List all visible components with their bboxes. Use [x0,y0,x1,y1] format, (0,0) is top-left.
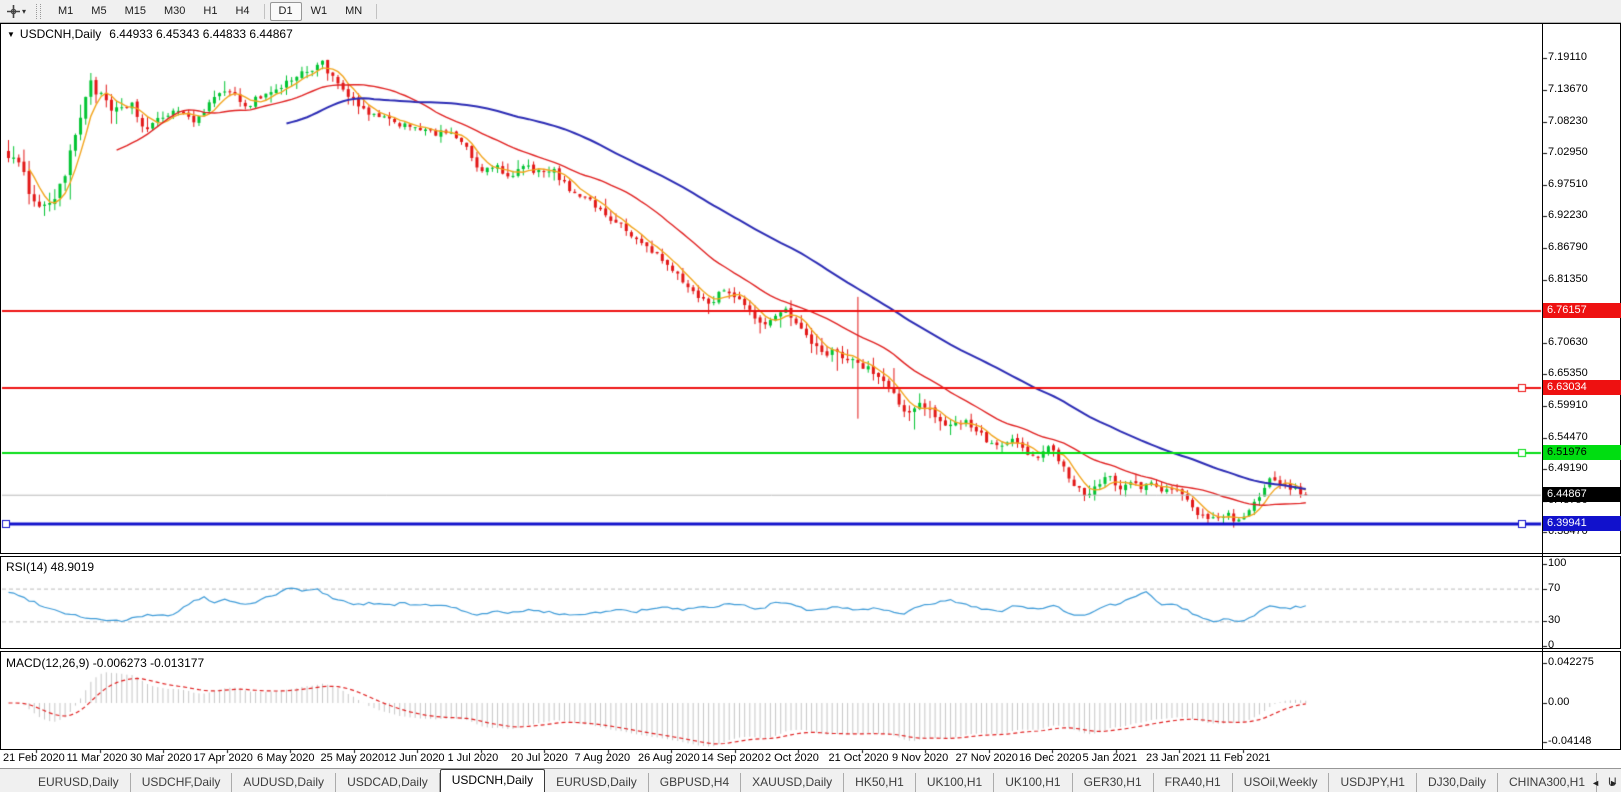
chart-tab-GBPUSD-H4[interactable]: GBPUSD,H4 [649,773,741,792]
date-axis-label: 23 Jan 2021 [1146,752,1207,764]
rsi-axis-tick: 70 [1548,582,1560,594]
price-axis-tick: 7.02950 [1548,146,1588,158]
price-axis-tick: 7.08230 [1548,115,1588,127]
price-axis-tick: 6.92230 [1548,209,1588,221]
chart-tab-USDCNH-Daily[interactable]: USDCNH,Daily [440,769,545,792]
macd-axis-tick: 0.042275 [1548,656,1594,668]
price-axis-tick: 6.81350 [1548,273,1588,285]
price-axis-tick: 6.70630 [1548,336,1588,348]
chart-tab-FRA40-H1[interactable]: FRA40,H1 [1154,773,1233,792]
date-axis-label: 21 Feb 2020 [3,752,65,764]
price-axis-tick: 7.19110 [1548,51,1587,63]
date-axis-label: 5 Jan 2021 [1083,752,1137,764]
date-axis-label: 25 May 2020 [321,752,385,764]
date-axis-label: 26 Aug 2020 [638,752,700,764]
price-axis-tick: 6.97510 [1548,178,1588,190]
date-axis-label: 11 Mar 2020 [67,752,128,764]
chart-tab-DJ30-Daily[interactable]: DJ30,Daily [1417,773,1498,792]
chart-tab-USDJPY-H1[interactable]: USDJPY,H1 [1329,773,1416,792]
terminal-screen: ▾ M1M5M15M30H1H4D1W1MN ▼ USDCNH,Daily 6.… [0,0,1621,792]
rsi-axis-tick: 30 [1548,614,1560,626]
price-chart-canvas[interactable] [0,0,1621,792]
price-axis-tick: 6.65350 [1548,367,1588,379]
current-price-badge: 6.44867 [1543,487,1621,502]
date-axis-label: 20 Jul 2020 [511,752,568,764]
chart-tab-CHINA300-H1[interactable]: CHINA300,H1 [1498,773,1597,792]
macd-axis-tick: 0.00 [1548,696,1569,708]
tab-list: EURUSD,DailyUSDCHF,DailyAUDUSD,DailyUSDC… [27,769,1621,792]
price-axis-tick: 7.13670 [1548,83,1588,95]
chart-tab-USOil-Weekly[interactable]: USOil,Weekly [1233,773,1330,792]
price-level-badge-6.76157: 6.76157 [1543,303,1621,318]
date-axis-label: 21 Oct 2020 [829,752,889,764]
chart-tab-USDCAD-Daily[interactable]: USDCAD,Daily [336,773,440,792]
chart-tab-EURUSD-Daily[interactable]: EURUSD,Daily [27,773,131,792]
chart-title-bar: ▼ USDCNH,Daily 6.44933 6.45343 6.44833 6… [7,27,293,41]
chart-ohlc-values: 6.44933 6.45343 6.44833 6.44867 [109,27,293,41]
date-axis-label: 16 Dec 2020 [1019,752,1081,764]
date-axis-label: 30 Mar 2020 [130,752,192,764]
date-axis-label: 11 Feb 2021 [1210,752,1271,764]
tab-scroll-right-button[interactable]: ► [1609,778,1618,788]
date-axis-label: 6 May 2020 [257,752,314,764]
price-axis-tick: 6.49190 [1548,462,1588,474]
price-axis-tick: 6.54470 [1548,431,1588,443]
date-axis-label: 7 Aug 2020 [575,752,631,764]
price-axis-tick: 6.86790 [1548,241,1588,253]
date-axis-label: 1 Jul 2020 [448,752,499,764]
chart-collapse-icon[interactable]: ▼ [7,30,15,39]
date-axis-label: 12 Jun 2020 [384,752,445,764]
rsi-label: RSI(14) 48.9019 [6,560,94,574]
chart-tab-XAUUSD-Daily[interactable]: XAUUSD,Daily [741,773,844,792]
chart-symbol-label: USDCNH,Daily [20,27,101,41]
chart-tab-GER30-H1[interactable]: GER30,H1 [1073,773,1154,792]
chart-tab-AUDUSD-Daily[interactable]: AUDUSD,Daily [232,773,336,792]
date-axis-label: 9 Nov 2020 [892,752,948,764]
price-level-badge-6.39941: 6.39941 [1543,516,1621,531]
price-axis-tick: 6.59910 [1548,399,1588,411]
macd-axis-tick: -0.04148 [1548,735,1591,747]
rsi-axis-tick: 0 [1548,639,1554,651]
chart-tab-EURUSD-Daily[interactable]: EURUSD,Daily [545,773,649,792]
tab-scroll-left-button[interactable]: ◄ [1591,778,1600,788]
chart-tab-USDCHF-Daily[interactable]: USDCHF,Daily [131,773,233,792]
date-axis-label: 27 Nov 2020 [956,752,1018,764]
price-level-badge-6.51976: 6.51976 [1543,445,1621,460]
chart-tab-UK100-H1[interactable]: UK100,H1 [994,773,1072,792]
macd-label: MACD(12,26,9) -0.006273 -0.013177 [6,656,204,670]
date-axis-label: 17 Apr 2020 [194,752,253,764]
date-axis-label: 2 Oct 2020 [765,752,819,764]
price-level-badge-6.63034: 6.63034 [1543,380,1621,395]
chart-tab-HK50-H1[interactable]: HK50,H1 [844,773,916,792]
rsi-axis-tick: 100 [1548,557,1566,569]
date-axis-label: 14 Sep 2020 [702,752,764,764]
chart-tab-UK100-H1[interactable]: UK100,H1 [916,773,994,792]
chart-tab-bar: EURUSD,DailyUSDCHF,DailyAUDUSD,DailyUSDC… [0,768,1621,792]
